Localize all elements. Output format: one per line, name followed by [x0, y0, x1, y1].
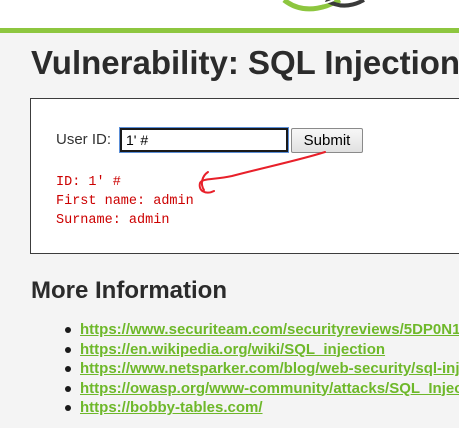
bullet-icon [65, 366, 71, 372]
bullet-icon [65, 327, 71, 333]
reference-link-owasp[interactable]: https://owasp.org/www-community/attacks/… [80, 380, 459, 397]
page-title: Vulnerability: SQL Injection [31, 44, 459, 81]
result-id-line: ID: 1' # [56, 175, 121, 190]
header-bar [0, 0, 459, 28]
reference-link-securiteam[interactable]: https://www.securiteam.com/securityrevie… [80, 321, 459, 338]
reference-link-bobby-tables[interactable]: https://bobby-tables.com/ [80, 399, 263, 416]
user-id-label: User ID: [56, 131, 112, 148]
list-item: https://www.netsparker.com/blog/web-secu… [62, 359, 459, 379]
reference-link-netsparker[interactable]: https://www.netsparker.com/blog/web-secu… [80, 360, 459, 377]
list-item: https://www.securiteam.com/securityrevie… [62, 320, 459, 340]
result-first-name-line: First name: admin [56, 194, 194, 209]
result-surname-line: Surname: admin [56, 213, 170, 228]
submit-button[interactable]: Submit [291, 128, 363, 153]
query-result: ID: 1' # First name: admin Surname: admi… [56, 173, 194, 230]
more-information-heading: More Information [31, 277, 227, 304]
bullet-icon [65, 346, 71, 353]
reference-link-wikipedia[interactable]: https://en.wikipedia.org/wiki/SQL_inject… [80, 341, 385, 358]
list-item: https://owasp.org/www-community/attacks/… [62, 379, 459, 399]
vulnerable-code-area: User ID: Submit ID: 1' # First name: adm… [30, 98, 459, 254]
dvwa-logo [282, 0, 365, 12]
bullet-icon [65, 405, 71, 411]
user-id-input[interactable] [119, 127, 289, 153]
bullet-icon [65, 385, 71, 392]
list-item: https://bobby-tables.com/ [62, 398, 459, 418]
header-accent-bar [0, 28, 459, 33]
reference-links: https://www.securiteam.com/securityrevie… [62, 320, 459, 418]
list-item: https://en.wikipedia.org/wiki/SQL_inject… [62, 340, 459, 360]
